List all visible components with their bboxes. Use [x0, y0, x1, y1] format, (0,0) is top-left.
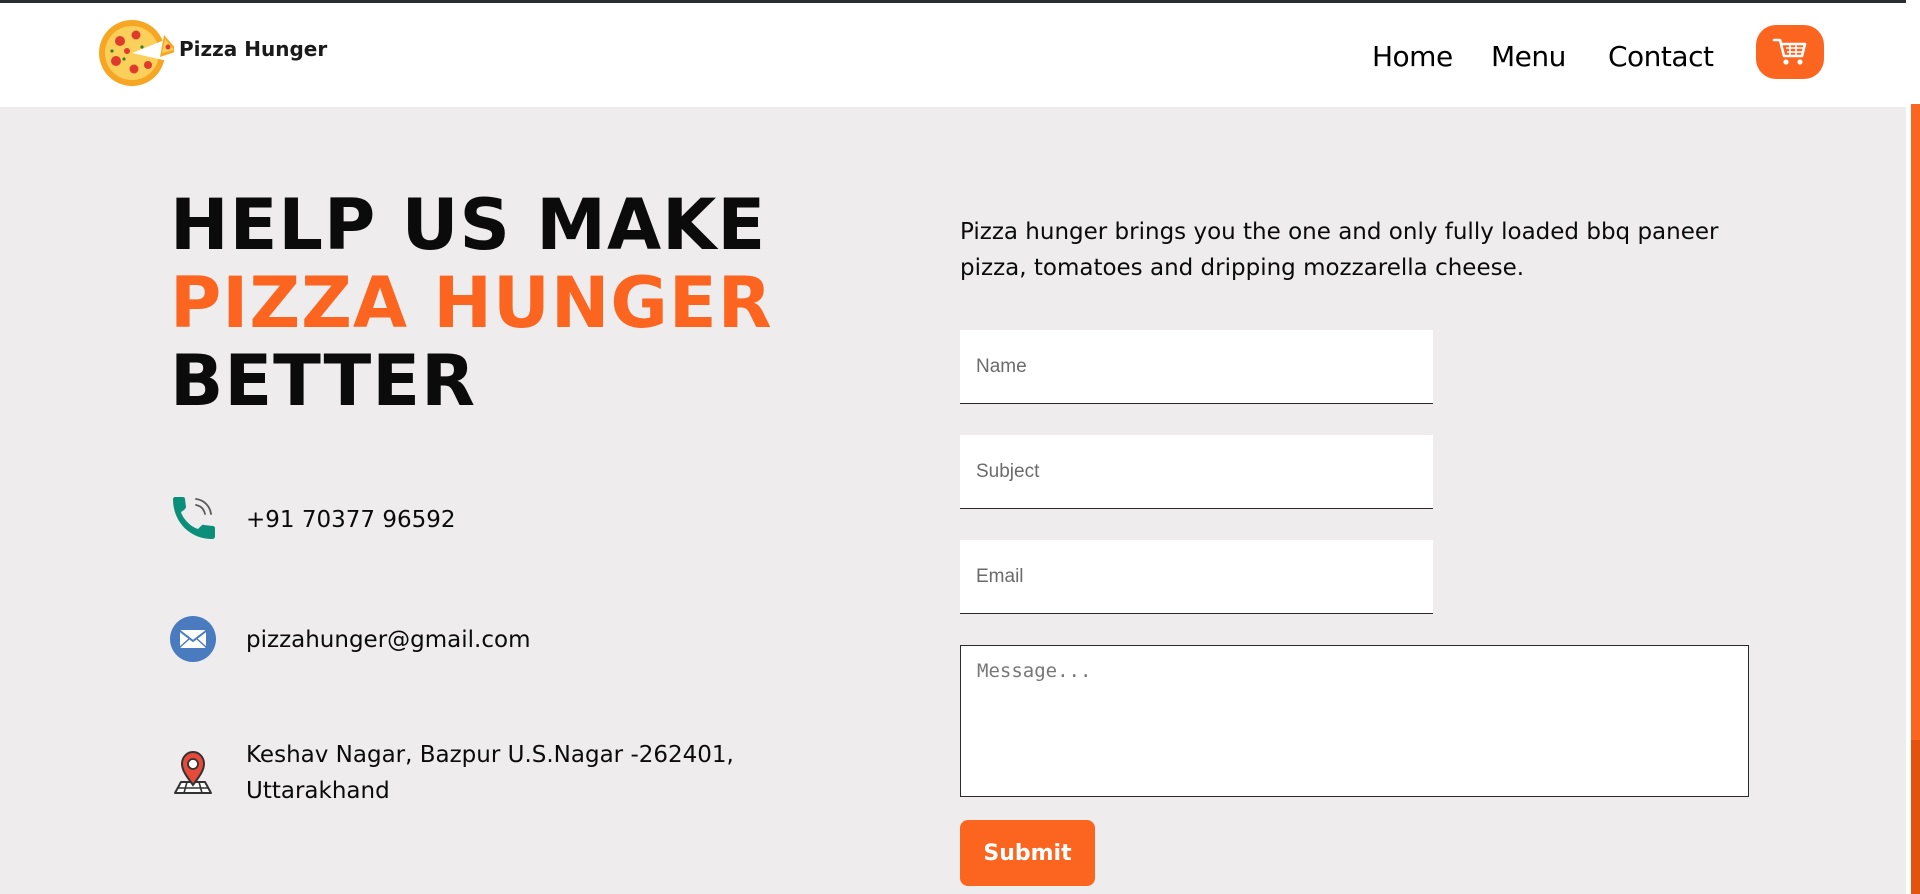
cart-button[interactable] [1756, 25, 1824, 79]
nav-home-link[interactable]: Home [1372, 40, 1453, 73]
address-line-1: Keshav Nagar, Bazpur U.S.Nagar -262401, [246, 742, 734, 768]
map-pin-icon [174, 750, 212, 794]
page-heading: HELP US MAKE PIZZA HUNGER BETTER [170, 186, 773, 420]
form-intro-text: Pizza hunger brings you the one and only… [960, 219, 1719, 281]
subject-input[interactable] [960, 435, 1433, 509]
phone-icon [173, 497, 215, 539]
email-address[interactable]: pizzahunger@gmail.com [246, 622, 530, 658]
submit-button[interactable]: Submit [960, 820, 1095, 886]
heading-line-2: PIZZA HUNGER [170, 262, 773, 344]
name-input[interactable] [960, 330, 1433, 404]
address-line-2: Uttarakhand [246, 778, 390, 804]
nav-menu-link[interactable]: Menu [1491, 40, 1566, 73]
pizza-logo-icon[interactable] [94, 11, 174, 91]
email-input[interactable] [960, 540, 1433, 614]
phone-number[interactable]: +91 70377 96592 [246, 502, 456, 538]
shopping-cart-icon [1772, 38, 1807, 65]
nav-contact-link[interactable]: Contact [1608, 40, 1714, 73]
scrollbar-thumb[interactable] [1911, 104, 1920, 740]
scrollbar-track [1911, 740, 1920, 894]
heading-line-1: HELP US MAKE [170, 184, 767, 266]
address: Keshav Nagar, Bazpur U.S.Nagar -262401, … [246, 737, 734, 809]
email-icon [170, 616, 216, 662]
message-textarea[interactable] [960, 645, 1749, 797]
page-scrollbar[interactable] [1906, 0, 1920, 894]
site-header: Pizza Hunger Home Menu Contact [0, 3, 1906, 107]
brand-name[interactable]: Pizza Hunger [179, 37, 327, 61]
heading-line-3: BETTER [170, 340, 476, 422]
